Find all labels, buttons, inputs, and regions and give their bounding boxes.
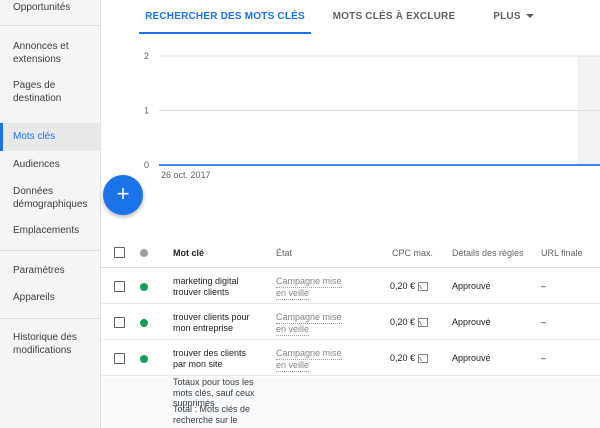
column-header-rules[interactable]: Détails des règles [452,238,524,268]
tab-bar: RECHERCHER DES MOTS CLÉS MOTS CLÉS À EXC… [101,0,600,34]
status-enabled-dot [140,283,148,291]
cpc-value[interactable]: 0,20 € [390,353,415,363]
keyword-link[interactable]: trouver des clients par mon site [173,348,246,370]
final-url-cell: – [541,353,547,363]
sidebar-divider [0,25,100,26]
cpc-value[interactable]: 0,20 € [390,281,415,291]
keyword-line: trouver clients pour [173,312,250,322]
tab-more-label: PLUS [493,11,521,22]
status-header-dot [140,249,148,257]
totals-line: mots clés, sauf ceux [173,387,255,398]
chart-y-tick-label: 2 [144,51,149,61]
chart-y-tick-label: 0 [144,160,149,170]
rules-cell: Approuvé [452,317,491,327]
cpc-value[interactable]: 0,20 € [390,317,415,327]
state-cell: Campagne mise en veille [276,348,342,372]
sidebar-item-opportunities[interactable]: Opportunités [0,1,100,14]
state-line: en veille [276,360,310,372]
sidebar-divider [0,318,100,319]
tab-negative-keywords[interactable]: MOTS CLÉS À EXCLURE [319,0,469,34]
sidebar-item-settings[interactable]: Paramètres [0,264,100,277]
state-line: Campagne mise [276,348,342,360]
totals-section: Totaux pour tous les mots clés, sauf ceu… [101,377,600,428]
cpc-cell: 0,20 € [390,317,429,328]
status-enabled-dot [140,355,148,363]
bid-chart-icon[interactable] [418,354,429,364]
totals-line: recherche sur le [173,414,238,425]
final-url-cell: – [541,281,547,291]
column-header-state[interactable]: État [276,238,292,268]
state-cell: Campagne mise en veille [276,276,342,300]
bid-chart-icon[interactable] [418,282,429,292]
sidebar: Opportunités Annonces et extensions Page… [0,0,101,428]
keyword-line: trouver clients [173,287,230,297]
sidebar-item-devices[interactable]: Appareils [0,291,100,304]
sidebar-item-placements[interactable]: Emplacements [0,224,100,237]
tab-search-keywords[interactable]: RECHERCHER DES MOTS CLÉS [139,0,311,34]
add-keyword-button[interactable]: + [103,175,143,215]
row-checkbox[interactable] [114,317,125,328]
table-row: trouver des clients par mon site Campagne… [101,341,600,376]
chart-svg: 2 1 0 26 oct. 2017 [144,51,600,180]
performance-chart: 2 1 0 26 oct. 2017 [101,34,600,189]
cpc-cell: 0,20 € [390,353,429,364]
table-row: marketing digital trouver clients Campagn… [101,269,600,304]
state-line: en veille [276,288,310,300]
sidebar-item-audiences[interactable]: Audiences [0,158,100,171]
totals-line: Total : Mots clés de [173,404,251,414]
keyword-line: marketing digital [173,276,239,286]
sidebar-item-change-history[interactable]: Historique des modifications [0,331,100,357]
final-url-cell: – [541,317,547,327]
keyword-line: par mon site [173,359,223,369]
row-checkbox[interactable] [114,281,125,292]
keyword-line: trouver des clients [173,348,247,358]
keyword-link[interactable]: marketing digital trouver clients [173,276,239,298]
sidebar-item-demographics[interactable]: Données démographiques [0,185,100,211]
cpc-cell: 0,20 € [390,281,429,292]
totals-line: Totaux pour tous les [173,377,254,387]
chart-y-tick-label: 1 [144,106,149,116]
state-line: en veille [276,324,310,336]
table-row: trouver clients pour mon entreprise Campa… [101,305,600,340]
rules-cell: Approuvé [452,281,491,291]
status-enabled-dot [140,319,148,327]
state-line: Campagne mise [276,312,342,324]
table-header: Mot clé État CPC max. Détails des règles… [101,238,600,268]
state-cell: Campagne mise en veille [276,312,342,336]
sidebar-item-landing-pages[interactable]: Pages de destination [0,79,100,105]
totals-search-keywords: Total : Mots clés de recherche sur le [173,404,250,425]
caret-down-icon [525,14,534,19]
column-header-final-url[interactable]: URL finale [541,238,583,268]
chart-x-tick-label: 26 oct. 2017 [161,170,211,180]
sidebar-divider [0,250,100,251]
keyword-line: mon entreprise [173,323,234,333]
keyword-link[interactable]: trouver clients pour mon entreprise [173,312,250,334]
tab-more[interactable]: PLUS [486,0,541,34]
state-line: Campagne mise [276,276,342,288]
column-header-cpc[interactable]: CPC max. [392,238,433,268]
bid-chart-icon[interactable] [418,318,429,328]
select-all-checkbox[interactable] [114,247,125,258]
sidebar-item-ads-extensions[interactable]: Annonces et extensions [0,40,100,66]
row-checkbox[interactable] [114,353,125,364]
rules-cell: Approuvé [452,353,491,363]
column-header-keyword[interactable]: Mot clé [173,238,204,268]
sidebar-item-keywords[interactable]: Mots clés [0,123,100,151]
